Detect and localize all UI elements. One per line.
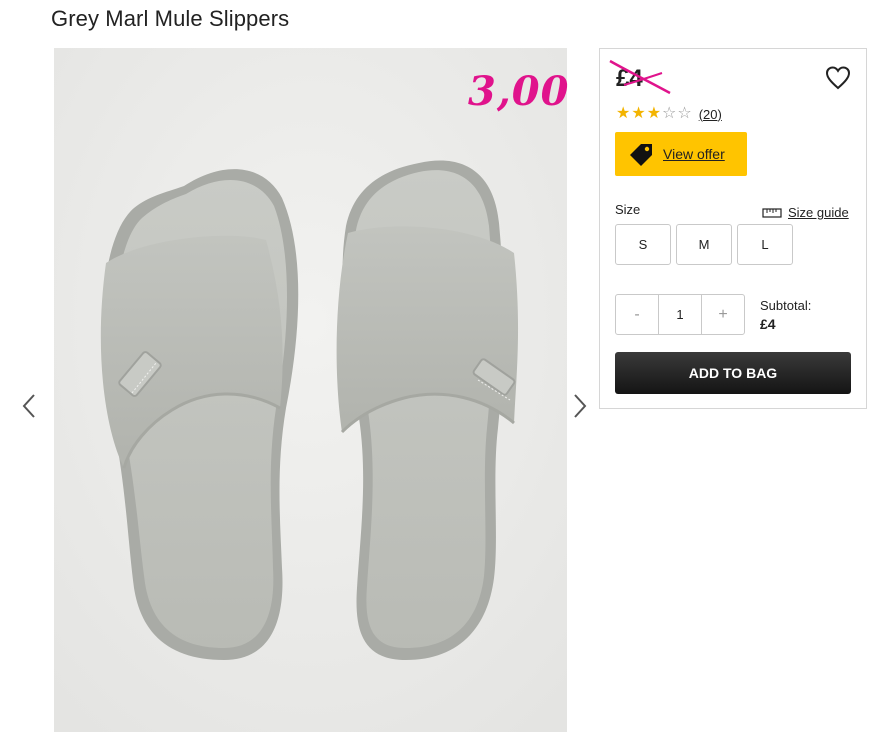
product-image — [54, 48, 567, 732]
view-offer-button[interactable]: View offer — [615, 132, 747, 176]
heart-icon — [825, 66, 851, 90]
star-icon: ★ — [616, 105, 631, 122]
subtotal-value: £4 — [760, 316, 776, 332]
rating: ★ ★ ★ ☆ ☆ (20) — [616, 106, 722, 122]
chevron-right-icon — [574, 394, 587, 418]
wishlist-button[interactable] — [824, 65, 852, 91]
size-option-m[interactable]: M — [676, 224, 732, 265]
add-to-bag-button[interactable]: ADD TO BAG — [615, 352, 851, 394]
purchase-panel: £4 ★ ★ ★ ☆ ☆ (20) View offer Size Size g… — [599, 48, 867, 409]
next-image-button[interactable] — [569, 392, 589, 420]
subtotal: Subtotal: £4 — [760, 298, 811, 332]
quantity-stepper: - 1 + — [615, 294, 745, 335]
decrease-quantity-button[interactable]: - — [616, 295, 658, 334]
size-option-l[interactable]: L — [737, 224, 793, 265]
size-guide-link[interactable]: Size guide — [762, 205, 849, 220]
chevron-left-icon — [22, 394, 35, 418]
price: £4 — [616, 65, 643, 92]
size-option-s[interactable]: S — [615, 224, 671, 265]
tag-icon — [630, 144, 652, 166]
quantity-input[interactable]: 1 — [658, 295, 702, 334]
reviews-link[interactable]: (20) — [699, 107, 722, 122]
right-slipper — [336, 160, 519, 660]
handwritten-price-note: 3,00 — [468, 68, 570, 115]
view-offer-label: View offer — [663, 146, 725, 162]
ruler-icon — [762, 207, 782, 218]
star-outline-icon: ☆ — [662, 105, 677, 122]
previous-image-button[interactable] — [20, 392, 40, 420]
star-outline-icon: ☆ — [677, 105, 692, 122]
star-icon: ★ — [646, 105, 662, 122]
size-options: S M L — [615, 224, 793, 265]
size-label: Size — [615, 202, 641, 217]
subtotal-label: Subtotal: — [760, 298, 812, 313]
page-title: Grey Marl Mule Slippers — [51, 6, 290, 31]
increase-quantity-button[interactable]: + — [702, 295, 744, 334]
star-icon: ★ — [631, 105, 646, 122]
size-guide-label: Size guide — [788, 205, 849, 220]
